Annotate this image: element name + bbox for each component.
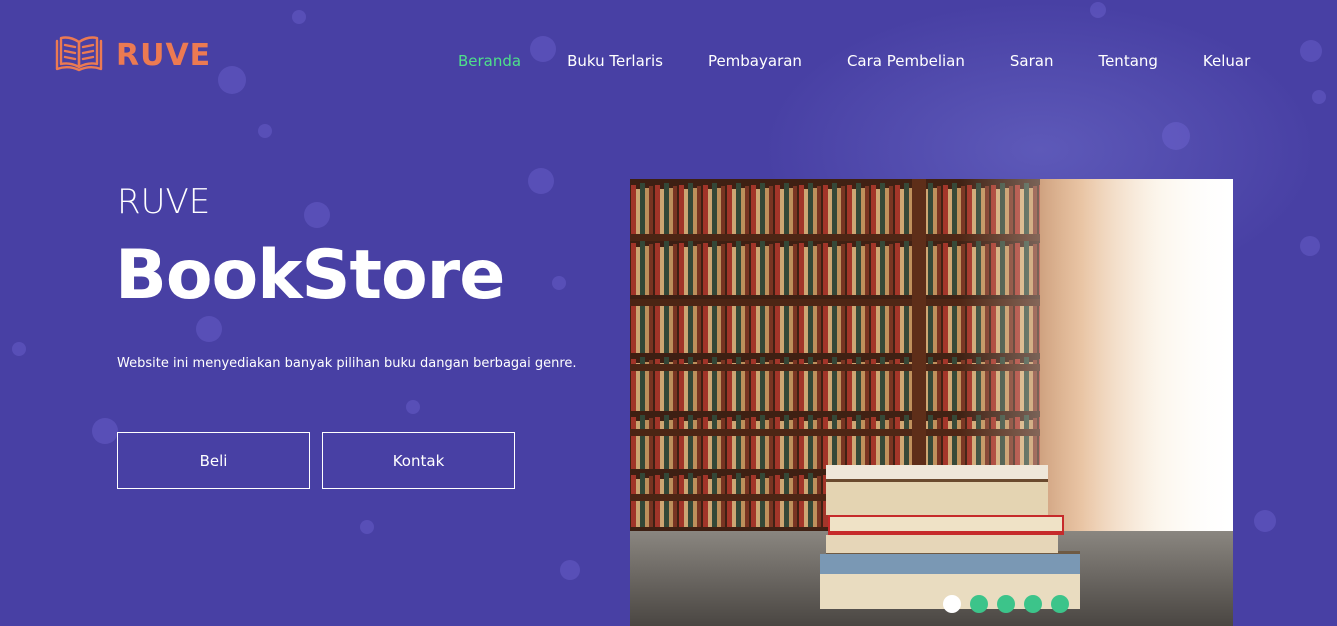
carousel-dot-4[interactable] [1024, 595, 1042, 613]
hero-description: Website ini menyediakan banyak pilihan b… [117, 356, 577, 371]
carousel-indicators [943, 595, 1069, 613]
carousel-dot-5[interactable] [1051, 595, 1069, 613]
nav-saran[interactable]: Saran [1010, 52, 1054, 70]
beli-button[interactable]: Beli [117, 432, 310, 489]
hero-subtitle: RUVE [117, 182, 211, 222]
main-nav: Beranda Buku Terlaris Pembayaran Cara Pe… [458, 52, 1250, 70]
kontak-button[interactable]: Kontak [322, 432, 515, 489]
nav-buku-terlaris[interactable]: Buku Terlaris [567, 52, 663, 70]
nav-tentang[interactable]: Tentang [1098, 52, 1157, 70]
hero-carousel-image [630, 179, 1233, 626]
carousel-dot-3[interactable] [997, 595, 1015, 613]
brand-logo[interactable]: RUVE [54, 33, 211, 77]
open-book-icon [54, 33, 104, 77]
nav-cara-pembelian[interactable]: Cara Pembelian [847, 52, 965, 70]
hero-title: BookStore [115, 236, 505, 315]
nav-keluar[interactable]: Keluar [1203, 52, 1250, 70]
carousel-dot-2[interactable] [970, 595, 988, 613]
nav-beranda[interactable]: Beranda [458, 52, 521, 70]
carousel-dot-1[interactable] [943, 595, 961, 613]
nav-pembayaran[interactable]: Pembayaran [708, 52, 802, 70]
brand-name: RUVE [116, 37, 212, 73]
